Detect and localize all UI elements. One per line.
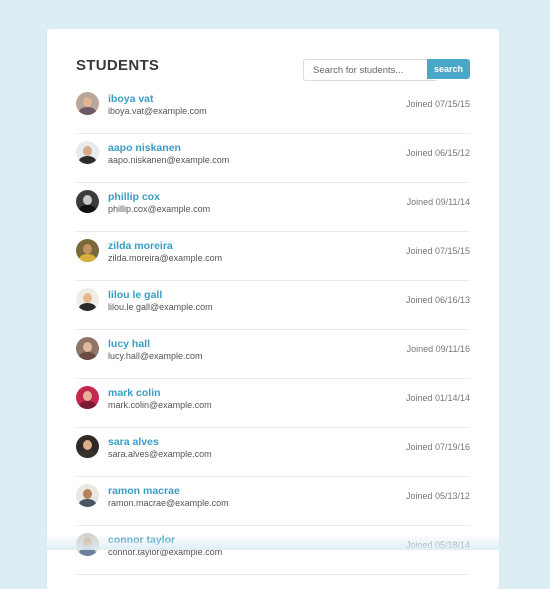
student-name-link[interactable]: aapo niskanen — [108, 142, 181, 154]
student-row[interactable]: phillip cox phillip.cox@example.com Joined… — [76, 183, 470, 232]
avatar-shoulders — [79, 107, 96, 115]
student-name-link[interactable]: sara alves — [108, 436, 159, 448]
avatar — [76, 533, 99, 556]
student-list: iboya vat iboya.vat@example.com Joined 07/… — [76, 85, 470, 575]
student-email: sara.alves@example.com — [108, 449, 212, 459]
avatar — [76, 141, 99, 164]
student-email: aapo.niskanen@example.com — [108, 155, 230, 165]
avatar-shoulders — [79, 352, 96, 360]
avatar-shoulders — [79, 499, 96, 507]
joined-date: Joined 09/11/14 — [406, 197, 470, 207]
student-row[interactable]: lilou le gall lilou.le gall@example.com Jo… — [76, 281, 470, 330]
avatar-face — [83, 489, 92, 499]
student-name-link[interactable]: iboya vat — [108, 93, 154, 105]
avatar-face — [83, 538, 92, 548]
avatar — [76, 288, 99, 311]
avatar-face — [83, 293, 92, 303]
avatar-shoulders — [79, 156, 96, 164]
avatar-face — [83, 391, 92, 401]
avatar-face — [83, 440, 92, 450]
students-card: STUDENTS search iboya vatiboya.vat@examp… — [47, 29, 499, 589]
avatar — [76, 190, 99, 213]
avatar — [76, 386, 99, 409]
avatar — [76, 239, 99, 262]
student-row[interactable]: ramon macrae ramon.macrae@example.com Join… — [76, 477, 470, 526]
avatar — [76, 435, 99, 458]
search-button[interactable]: search — [427, 59, 470, 79]
student-row[interactable]: lucy hall lucy.hall@example.com Joined 09/… — [76, 330, 470, 379]
student-email: ramon.macrae@example.com — [108, 498, 229, 508]
student-email: connor.taylor@example.com — [108, 547, 223, 557]
joined-date: Joined 07/19/16 — [405, 442, 470, 452]
student-row[interactable]: aapo niskanen aapo.niskanen@example.com Jo… — [76, 134, 470, 183]
avatar — [76, 484, 99, 507]
avatar-face — [83, 97, 92, 107]
student-email: iboya.vat@example.com — [108, 106, 207, 116]
avatar — [76, 337, 99, 360]
student-name-link[interactable]: ramon macrae — [108, 485, 180, 497]
student-name-link[interactable]: phillip cox — [108, 191, 160, 203]
student-row[interactable]: mark colin mark.colin@example.com Joined 0… — [76, 379, 470, 428]
joined-date: Joined 06/16/13 — [405, 295, 470, 305]
avatar-face — [83, 146, 92, 156]
avatar-shoulders — [79, 254, 96, 262]
page-title: STUDENTS — [76, 57, 160, 74]
student-name-link[interactable]: lilou le gall — [108, 289, 162, 301]
joined-date: Joined 07/15/15 — [405, 99, 470, 109]
avatar-shoulders — [79, 205, 96, 213]
joined-date: Joined 05/18/14 — [405, 540, 470, 550]
student-email: lilou.le gall@example.com — [108, 302, 213, 312]
student-email: lucy.hall@example.com — [108, 351, 203, 361]
avatar-shoulders — [79, 401, 96, 409]
student-row[interactable]: sara alves sara.alves@example.com Joined 0… — [76, 428, 470, 477]
joined-date: Joined 07/15/15 — [405, 246, 470, 256]
joined-date: Joined 09/11/16 — [406, 344, 470, 354]
avatar-face — [83, 195, 92, 205]
student-name-link[interactable]: zilda moreira — [108, 240, 173, 252]
avatar — [76, 92, 99, 115]
search-input[interactable] — [303, 59, 437, 81]
student-name-link[interactable]: lucy hall — [108, 338, 150, 350]
avatar-shoulders — [79, 548, 96, 556]
avatar-shoulders — [79, 303, 96, 311]
student-name-link[interactable]: connor taylor — [108, 534, 175, 546]
student-email: phillip.cox@example.com — [108, 204, 211, 214]
student-name-link[interactable]: mark colin — [108, 387, 161, 399]
joined-date: Joined 05/13/12 — [405, 491, 470, 501]
joined-date: Joined 01/14/14 — [405, 393, 470, 403]
avatar-face — [83, 244, 92, 254]
student-email: zilda.moreira@example.com — [108, 253, 223, 263]
student-row[interactable]: connor taylor connor.taylor@example.com Jo… — [76, 526, 470, 575]
avatar-face — [83, 342, 92, 352]
student-row[interactable]: iboya vat iboya.vat@example.com Joined 07/… — [76, 85, 470, 134]
student-row[interactable]: zilda moreira zilda.moreira@example.com Jo… — [76, 232, 470, 281]
avatar-shoulders — [79, 450, 96, 458]
joined-date: Joined 06/15/12 — [405, 148, 470, 158]
student-email: mark.colin@example.com — [108, 400, 212, 410]
